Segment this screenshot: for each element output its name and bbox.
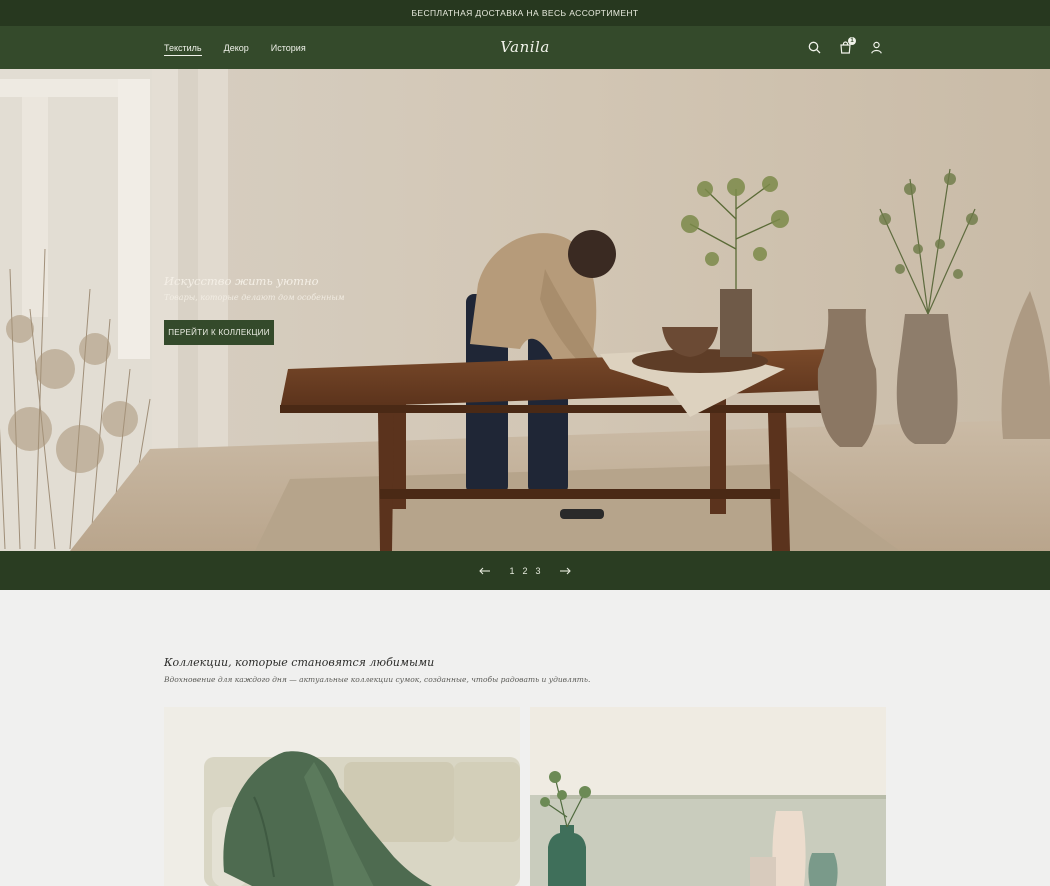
announcement-bar: БЕСПЛАТНАЯ ДОСТАВКА НА ВЕСЬ АССОРТИМЕНТ bbox=[0, 0, 1050, 26]
hero-text: Искусство жить уютно Товары, которые дел… bbox=[164, 274, 345, 302]
announcement-text: БЕСПЛАТНАЯ ДОСТАВКА НА ВЕСЬ АССОРТИМЕНТ bbox=[411, 8, 639, 18]
collection-card-textile[interactable] bbox=[164, 707, 520, 886]
arrow-left-icon[interactable] bbox=[473, 567, 497, 575]
main-nav: Текстиль Декор История Vanila 1 bbox=[0, 26, 1050, 69]
go-to-collection-button[interactable]: ПЕРЕЙТИ К КОЛЛЕКЦИИ bbox=[164, 320, 274, 345]
logo[interactable]: Vanila bbox=[500, 38, 550, 56]
collections-subtitle: Вдохновение для каждого дня — актуальные… bbox=[164, 675, 591, 684]
collections-title: Коллекции, которые становятся любимыми bbox=[164, 656, 435, 669]
search-icon[interactable] bbox=[806, 40, 822, 56]
nav-icons: 1 bbox=[806, 26, 884, 69]
slider-controls: 1 2 3 bbox=[0, 551, 1050, 590]
nav-links: Текстиль Декор История bbox=[164, 26, 306, 69]
user-icon[interactable] bbox=[868, 40, 884, 56]
hero-banner: Искусство жить уютно Товары, которые дел… bbox=[0, 69, 1050, 551]
nav-link-textile[interactable]: Текстиль bbox=[164, 43, 202, 56]
collection-image-vases bbox=[530, 707, 886, 886]
arrow-right-icon[interactable] bbox=[553, 567, 577, 575]
cart-icon[interactable]: 1 bbox=[837, 36, 856, 56]
collection-card-decor[interactable] bbox=[530, 707, 886, 886]
slide-page-2[interactable]: 2 bbox=[522, 566, 527, 576]
hero-image bbox=[0, 69, 1050, 551]
cart-count-badge: 1 bbox=[848, 36, 856, 45]
nav-link-history[interactable]: История bbox=[271, 43, 306, 53]
collections-section: Коллекции, которые становятся любимыми В… bbox=[0, 590, 1050, 886]
hero-subtitle: Товары, которые делают дом особенным bbox=[164, 293, 345, 302]
collection-image-sofa bbox=[164, 707, 520, 886]
slide-page-1[interactable]: 1 bbox=[509, 566, 514, 576]
slide-page-3[interactable]: 3 bbox=[536, 566, 541, 576]
hero-title: Искусство жить уютно bbox=[164, 274, 319, 288]
nav-link-decor[interactable]: Декор bbox=[224, 43, 249, 53]
slider-pagination: 1 2 3 bbox=[509, 566, 540, 576]
